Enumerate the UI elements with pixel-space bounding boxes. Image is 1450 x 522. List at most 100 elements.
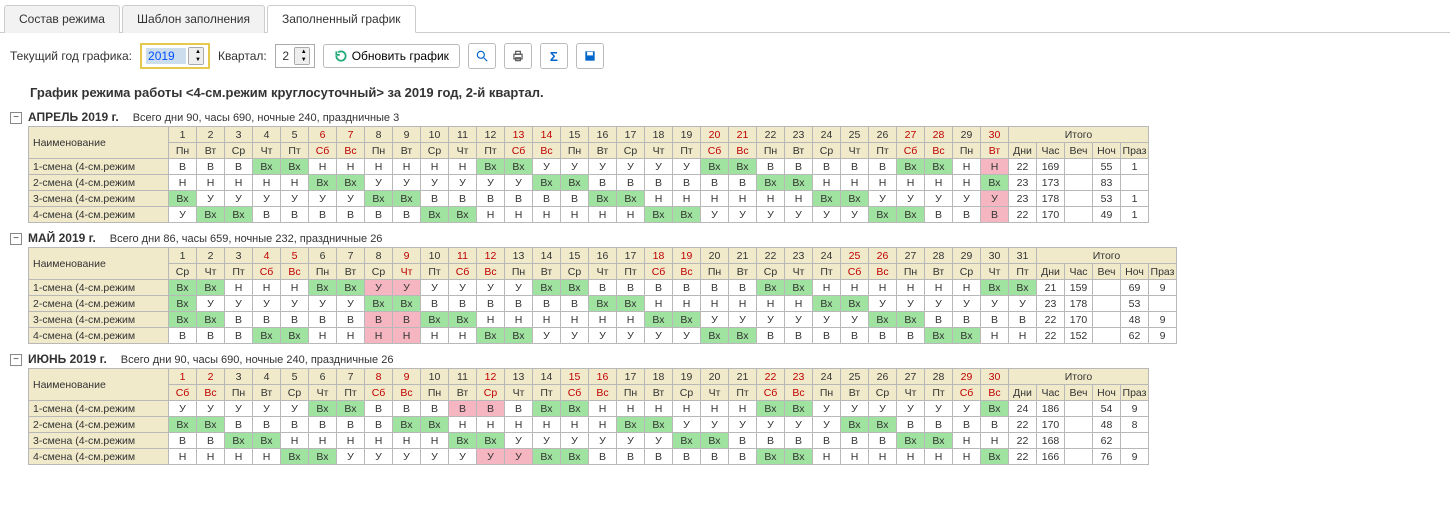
schedule-cell[interactable]: У <box>729 417 757 433</box>
schedule-cell[interactable]: У <box>253 191 281 207</box>
schedule-cell[interactable]: У <box>365 449 393 465</box>
schedule-cell[interactable]: Н <box>533 417 561 433</box>
schedule-cell[interactable]: В <box>449 191 477 207</box>
schedule-cell[interactable]: Вх <box>533 280 561 296</box>
schedule-cell[interactable]: У <box>505 280 533 296</box>
schedule-cell[interactable]: Вх <box>869 207 897 223</box>
schedule-cell[interactable]: У <box>953 401 981 417</box>
schedule-cell[interactable]: В <box>477 191 505 207</box>
schedule-cell[interactable]: У <box>813 207 841 223</box>
schedule-cell[interactable]: В <box>673 175 701 191</box>
schedule-cell[interactable]: Вх <box>477 433 505 449</box>
schedule-cell[interactable]: В <box>925 207 953 223</box>
schedule-cell[interactable]: В <box>281 417 309 433</box>
schedule-cell[interactable]: У <box>197 191 225 207</box>
schedule-cell[interactable]: Н <box>925 175 953 191</box>
schedule-cell[interactable]: У <box>617 433 645 449</box>
schedule-cell[interactable]: У <box>953 296 981 312</box>
schedule-cell[interactable]: У <box>505 433 533 449</box>
schedule-cell[interactable]: Вх <box>925 328 953 344</box>
schedule-cell[interactable]: У <box>757 207 785 223</box>
schedule-cell[interactable]: Н <box>645 401 673 417</box>
sum-button[interactable]: Σ <box>540 43 568 69</box>
schedule-cell[interactable]: Вх <box>1009 280 1037 296</box>
schedule-cell[interactable]: У <box>365 175 393 191</box>
schedule-cell[interactable]: В <box>757 328 785 344</box>
schedule-cell[interactable]: Вх <box>197 417 225 433</box>
schedule-cell[interactable]: В <box>701 449 729 465</box>
schedule-cell[interactable]: Н <box>981 433 1009 449</box>
schedule-cell[interactable]: Н <box>421 433 449 449</box>
schedule-cell[interactable]: У <box>617 159 645 175</box>
schedule-cell[interactable]: Вх <box>841 191 869 207</box>
schedule-cell[interactable]: Н <box>757 296 785 312</box>
schedule-cell[interactable]: У <box>673 328 701 344</box>
schedule-cell[interactable]: В <box>701 175 729 191</box>
schedule-cell[interactable]: У <box>701 312 729 328</box>
schedule-cell[interactable]: Вх <box>981 401 1009 417</box>
schedule-cell[interactable]: Н <box>645 191 673 207</box>
schedule-cell[interactable]: Вх <box>897 207 925 223</box>
schedule-cell[interactable]: В <box>925 417 953 433</box>
schedule-cell[interactable]: У <box>897 191 925 207</box>
schedule-cell[interactable]: Н <box>225 175 253 191</box>
schedule-cell[interactable]: В <box>897 328 925 344</box>
tab-fill-template[interactable]: Шаблон заполнения <box>122 5 265 33</box>
schedule-cell[interactable]: У <box>925 191 953 207</box>
schedule-cell[interactable]: Вх <box>981 449 1009 465</box>
schedule-cell[interactable]: Вх <box>981 175 1009 191</box>
schedule-cell[interactable]: Вх <box>421 417 449 433</box>
schedule-cell[interactable]: У <box>393 449 421 465</box>
schedule-cell[interactable]: Н <box>561 417 589 433</box>
schedule-cell[interactable]: В <box>785 159 813 175</box>
schedule-cell[interactable]: Н <box>897 175 925 191</box>
schedule-cell[interactable]: У <box>869 191 897 207</box>
schedule-cell[interactable]: В <box>253 207 281 223</box>
schedule-cell[interactable]: В <box>533 191 561 207</box>
schedule-cell[interactable]: В <box>785 328 813 344</box>
schedule-cell[interactable]: Вх <box>785 175 813 191</box>
schedule-cell[interactable]: Н <box>393 433 421 449</box>
schedule-cell[interactable]: У <box>981 296 1009 312</box>
schedule-cell[interactable]: Вх <box>281 159 309 175</box>
schedule-cell[interactable]: У <box>729 312 757 328</box>
schedule-cell[interactable]: У <box>309 191 337 207</box>
schedule-cell[interactable]: Вх <box>253 328 281 344</box>
schedule-cell[interactable]: Н <box>505 207 533 223</box>
schedule-cell[interactable]: Н <box>281 175 309 191</box>
quarter-up[interactable]: ▲ <box>295 48 309 56</box>
schedule-cell[interactable]: У <box>533 159 561 175</box>
schedule-cell[interactable]: Вх <box>673 207 701 223</box>
schedule-cell[interactable]: Вх <box>645 207 673 223</box>
schedule-cell[interactable]: В <box>505 401 533 417</box>
schedule-cell[interactable]: В <box>169 433 197 449</box>
schedule-cell[interactable]: У <box>1009 296 1037 312</box>
schedule-cell[interactable]: У <box>449 449 477 465</box>
schedule-cell[interactable]: В <box>1009 312 1037 328</box>
schedule-cell[interactable]: Вх <box>701 328 729 344</box>
schedule-cell[interactable]: Вх <box>841 296 869 312</box>
schedule-cell[interactable]: У <box>365 280 393 296</box>
schedule-cell[interactable]: Вх <box>757 280 785 296</box>
schedule-cell[interactable]: Вх <box>225 207 253 223</box>
schedule-cell[interactable]: В <box>673 449 701 465</box>
schedule-cell[interactable]: Н <box>421 328 449 344</box>
schedule-cell[interactable]: Н <box>477 207 505 223</box>
schedule-cell[interactable]: Н <box>925 449 953 465</box>
schedule-cell[interactable]: В <box>421 191 449 207</box>
schedule-cell[interactable]: У <box>225 296 253 312</box>
schedule-cell[interactable]: Вх <box>169 191 197 207</box>
schedule-cell[interactable]: Н <box>1009 328 1037 344</box>
schedule-cell[interactable]: В <box>197 433 225 449</box>
schedule-cell[interactable]: Вх <box>337 175 365 191</box>
schedule-cell[interactable]: Н <box>813 449 841 465</box>
schedule-cell[interactable]: Вх <box>533 449 561 465</box>
schedule-cell[interactable]: В <box>365 312 393 328</box>
schedule-cell[interactable]: Н <box>169 449 197 465</box>
year-down[interactable]: ▼ <box>189 56 203 64</box>
schedule-cell[interactable]: У <box>785 417 813 433</box>
schedule-cell[interactable]: У <box>197 296 225 312</box>
schedule-cell[interactable]: У <box>505 175 533 191</box>
schedule-cell[interactable]: В <box>393 207 421 223</box>
schedule-cell[interactable]: В <box>169 159 197 175</box>
